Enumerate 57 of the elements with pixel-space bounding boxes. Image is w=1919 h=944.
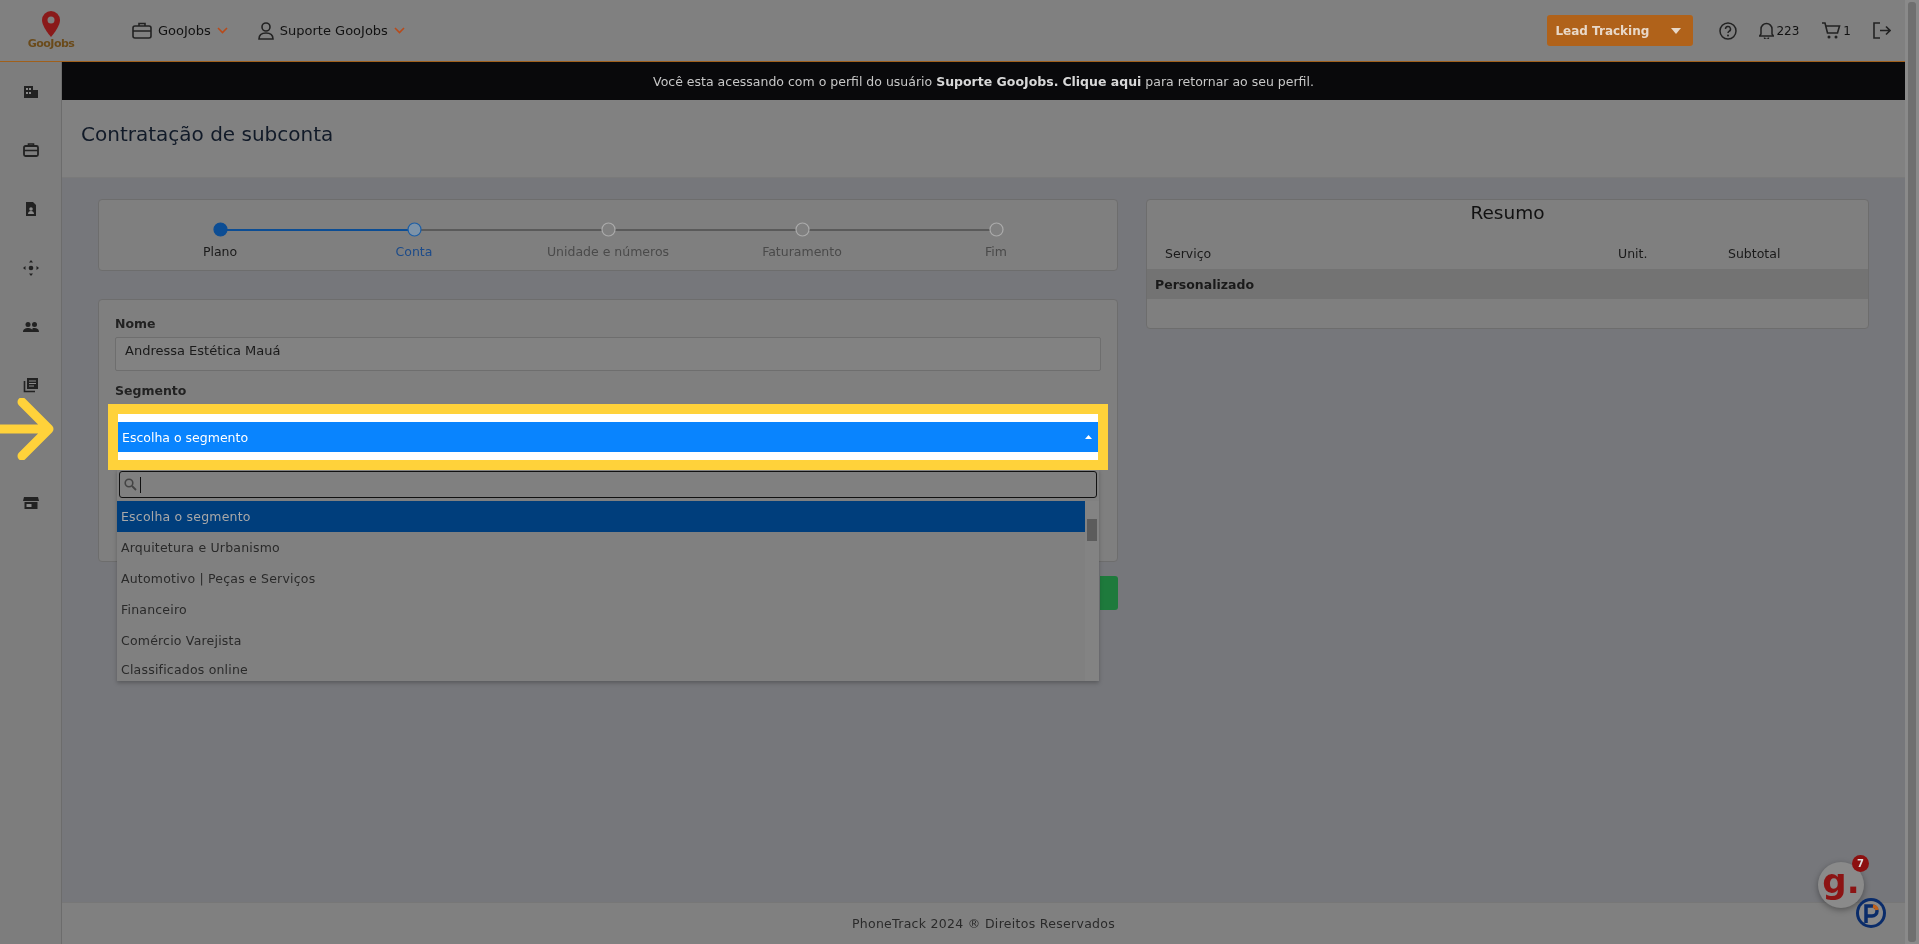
step-label: Plano [202, 244, 238, 259]
help-button[interactable] [1719, 21, 1738, 40]
pointer-arrow-icon [0, 398, 56, 460]
sidebar-item[interactable] [22, 259, 40, 277]
caret-icon [1671, 27, 1682, 34]
logout-button[interactable] [1873, 22, 1891, 39]
page-title: Contratação de subconta [81, 121, 334, 146]
move-arrows-icon [22, 259, 40, 277]
dropdown-option[interactable]: Automotivo | Peças e Serviços [117, 563, 1085, 594]
cart-icon [1821, 21, 1842, 40]
notification-badge: 7 [1852, 855, 1869, 872]
nav-menu[interactable]: GooJobs [132, 22, 228, 39]
dropdown-option[interactable]: Arquitetura e Urbanismo [117, 532, 1085, 563]
profile-notice: Você esta acessando com o perfil do usuário Suporte GooJobs. Clique aqui para retornar ao seu perfil. [653, 73, 1314, 89]
building-icon [22, 83, 40, 101]
summary-title: Resumo [1469, 201, 1546, 223]
footer-text: PhoneTrack 2024 ® Direitos Reservados [851, 916, 1116, 931]
map-pin-icon [42, 11, 60, 37]
sidebar-item[interactable] [22, 141, 40, 159]
column-header: Subtotal [1728, 245, 1782, 261]
briefcase-icon [132, 22, 152, 39]
return-link[interactable]: Clique aqui [1062, 73, 1142, 89]
caret-icon [216, 27, 228, 34]
caret-icon [393, 27, 405, 34]
lead-tracking-button[interactable]: Lead Tracking [1547, 15, 1694, 46]
column-header: Unit. [1618, 245, 1649, 261]
logout-icon [1873, 22, 1891, 39]
dropdown-option[interactable]: Escolha o segmento [117, 501, 1085, 532]
widget-logo-icon[interactable] [1855, 897, 1887, 929]
library-icon [22, 376, 40, 394]
bell-icon [1759, 22, 1775, 39]
scrollbar[interactable] [1085, 501, 1099, 681]
step-label: Conta [395, 244, 433, 259]
user-icon [257, 21, 274, 40]
store-icon [22, 494, 40, 512]
search-field[interactable] [119, 471, 1097, 498]
briefcase-icon [22, 141, 40, 159]
field-label: Segmento [115, 383, 188, 398]
dropdown-option[interactable]: Comércio Varejista [117, 625, 1085, 656]
help-icon [1719, 21, 1738, 40]
search-icon [124, 478, 137, 491]
nav-menu[interactable]: Suporte GooJobs [257, 21, 405, 40]
scrollbar[interactable] [1905, 0, 1919, 944]
dropdown-option[interactable]: Classificados online [117, 656, 1085, 681]
table-cell-text: Personalizado [1155, 276, 1255, 292]
logo-text: GooJobs [27, 37, 75, 50]
sidebar-item[interactable] [22, 376, 40, 394]
column-header: Serviço [1165, 245, 1213, 261]
name-field[interactable]: Andressa Estética Mauá [115, 337, 1101, 371]
cart-button[interactable]: 1 [1821, 21, 1851, 40]
sidebar-item[interactable] [22, 494, 40, 512]
sidebar-item[interactable] [22, 83, 40, 101]
caret-icon [1085, 435, 1092, 439]
dropdown-option[interactable]: Financeiro [117, 594, 1085, 625]
segment-select[interactable]: Escolha o segmento [118, 422, 1098, 452]
field-label: Nome [115, 316, 157, 331]
notifications-button[interactable]: 223 [1759, 22, 1800, 39]
